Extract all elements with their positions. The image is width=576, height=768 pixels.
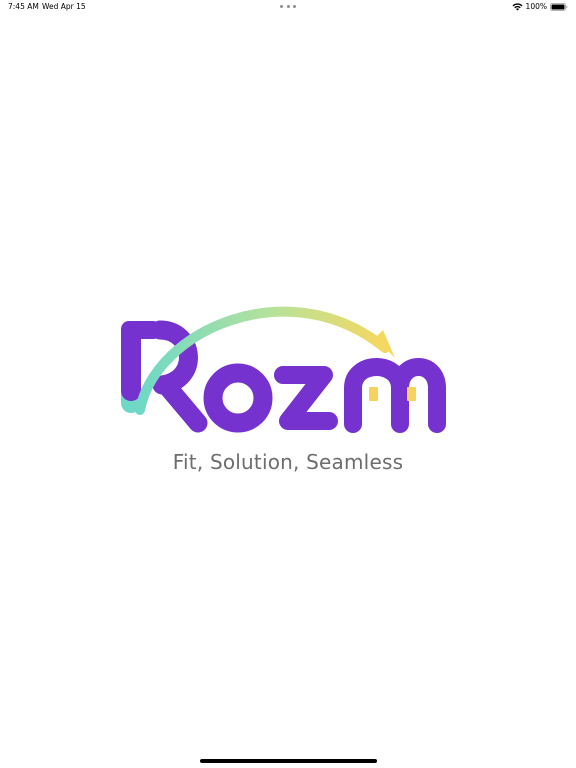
logo-letter-z [274, 366, 338, 430]
logo-letter-m [344, 358, 446, 433]
battery-percentage: 100% [525, 2, 547, 11]
status-time: 7:45 AM [8, 2, 39, 11]
rozm-logo [121, 306, 446, 433]
status-date: Wed Apr 15 [42, 2, 86, 11]
status-bar: 7:45 AM Wed Apr 15 100% [0, 0, 576, 14]
logo-window-right [407, 387, 416, 401]
tagline: Fit, Solution, Seamless [172, 450, 404, 474]
wifi-icon [512, 2, 523, 10]
status-indicators: 100% [512, 2, 568, 11]
logo-window-left [369, 387, 378, 401]
home-indicator[interactable] [200, 759, 377, 763]
multitask-dots-icon[interactable] [280, 2, 296, 10]
logo-letter-o [203, 363, 273, 433]
battery-icon [550, 2, 568, 11]
